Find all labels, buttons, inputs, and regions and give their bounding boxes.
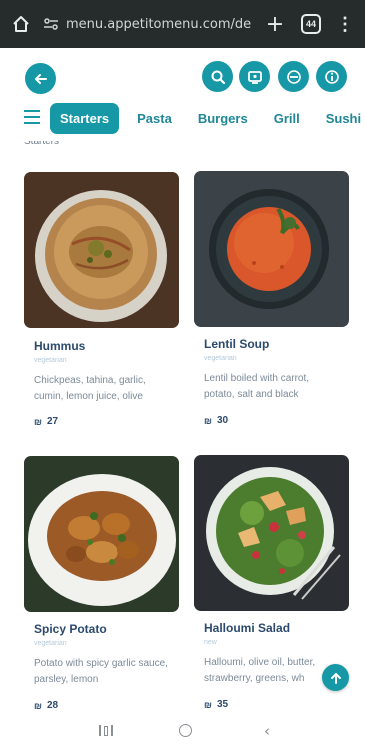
currency-icon: ₪ (204, 415, 212, 426)
hamburger-menu-icon[interactable] (24, 110, 40, 124)
card-price: ₪ 35 (204, 699, 229, 710)
menu-card-hummus[interactable]: Hummus vegetarian Chickpeas, tahina, gar… (24, 172, 179, 442)
browser-toolbar: menu.appetitomenu.com/de + 44 ⋮ (0, 0, 365, 48)
screen-icon[interactable] (239, 61, 270, 92)
card-description: Potato with spicy garlic sauce, parsley,… (34, 658, 168, 685)
back-chevron-icon[interactable]: ‹ (264, 722, 270, 740)
card-title: Lentil Soup (204, 337, 270, 351)
home-icon[interactable] (10, 13, 32, 35)
card-title: Spicy Potato (34, 622, 107, 636)
hummus-image (24, 172, 179, 328)
menu-card-lentil-soup[interactable]: Lentil Soup vegetarian Lentil boiled wit… (194, 171, 349, 441)
card-tag: new (204, 639, 217, 646)
card-tag: vegetarian (204, 355, 237, 362)
arrow-up-icon (330, 672, 341, 684)
card-title: Hummus (34, 339, 86, 353)
card-price: ₪ 30 (204, 415, 229, 426)
section-title: Starters (24, 141, 60, 147)
currency-icon: ₪ (204, 699, 212, 710)
tab-pasta[interactable]: Pasta (137, 111, 172, 126)
spicy-potato-image (24, 456, 179, 612)
card-description: Chickpeas, tahina, garlic, cumin, lemon … (34, 375, 146, 402)
tab-sushi-rolls[interactable]: Sushi Ro (326, 111, 365, 126)
tab-burgers[interactable]: Burgers (198, 111, 248, 126)
tab-starters[interactable]: Starters (50, 102, 120, 134)
info-icon[interactable] (316, 61, 347, 92)
search-icon[interactable] (202, 61, 233, 92)
menu-card-spicy-potato[interactable]: Spicy Potato vegetarian Potato with spic… (24, 456, 179, 714)
overflow-menu-icon[interactable]: ⋮ (335, 14, 355, 35)
card-title: Halloumi Salad (204, 621, 291, 635)
card-tag: vegetarian (34, 357, 67, 364)
tab-grill[interactable]: Grill (274, 111, 300, 126)
card-price: ₪ 28 (34, 700, 59, 711)
translate-icon[interactable] (278, 61, 309, 92)
card-price: ₪ 27 (34, 416, 59, 427)
new-tab-button[interactable]: + (263, 12, 287, 37)
currency-icon: ₪ (34, 700, 42, 711)
home-circle-icon[interactable] (179, 724, 192, 737)
address-bar-url[interactable]: menu.appetitomenu.com/de (66, 17, 255, 32)
card-tag: vegetarian (34, 640, 67, 647)
halloumi-salad-image (194, 455, 349, 611)
site-settings-icon[interactable] (42, 15, 60, 33)
back-arrow-icon[interactable] (25, 63, 56, 94)
scroll-to-top-button[interactable] (322, 664, 349, 691)
lentil-soup-image (194, 171, 349, 327)
card-description: Halloumi, olive oil, butter, strawberry,… (204, 657, 316, 684)
currency-icon: ₪ (34, 416, 42, 427)
card-description: Lentil boiled with carrot, potato, salt … (204, 373, 310, 400)
category-tabs: Starters Pasta Burgers Grill Sushi Ro (50, 102, 365, 134)
recents-icon[interactable] (99, 724, 114, 737)
tabs-icon[interactable]: 44 (301, 14, 321, 34)
